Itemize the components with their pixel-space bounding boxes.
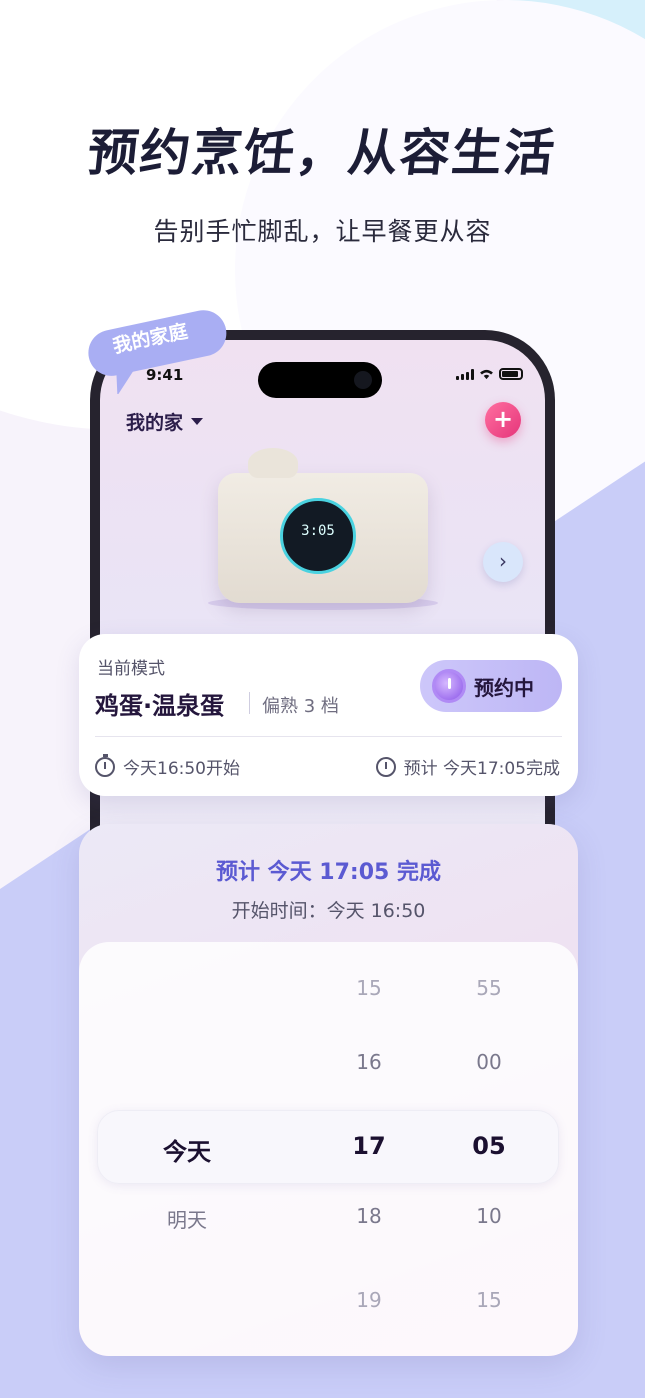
add-device-button[interactable]: + xyxy=(485,402,521,438)
hour-wheel[interactable]: 15 16 17 18 19 xyxy=(319,942,419,1356)
timer-icon xyxy=(95,753,115,777)
wheel-item[interactable]: 15 xyxy=(439,1288,539,1312)
caret-down-icon xyxy=(191,418,204,425)
picker-heading: 预计 今天 17:05 完成 xyxy=(215,860,441,885)
wheel-item[interactable]: 17 xyxy=(319,1132,419,1160)
divider xyxy=(249,692,250,714)
mode-title: 鸡蛋·温泉蛋 xyxy=(95,692,225,720)
camera-icon xyxy=(354,371,372,389)
current-mode-card[interactable]: 当前模式 鸡蛋·温泉蛋 偏熟 3 档 预约中 今天16:50开始 预计 今天17… xyxy=(79,634,578,796)
status-icons xyxy=(456,368,523,380)
wheel-item[interactable]: 今天 xyxy=(119,1132,255,1167)
picker-wheel-panel[interactable]: 今天 明天 15 16 17 18 19 55 00 05 10 15 xyxy=(79,942,578,1356)
family-bubble xyxy=(88,310,227,394)
device-display: 3:05 xyxy=(280,498,356,574)
wheel-item[interactable]: 10 xyxy=(439,1204,539,1228)
wheel-item[interactable]: 05 xyxy=(439,1132,539,1160)
wheel-item[interactable]: 明天 xyxy=(119,1204,255,1233)
chevron-right-icon: › xyxy=(499,549,507,573)
next-device-button[interactable]: › xyxy=(483,542,523,582)
home-name: 我的家 xyxy=(126,412,184,434)
device-knob xyxy=(248,448,298,478)
mode-label: 当前模式 xyxy=(97,659,165,679)
wheel-item[interactable]: 19 xyxy=(319,1288,419,1312)
battery-icon xyxy=(499,368,523,380)
end-time-row: 预计 今天17:05完成 xyxy=(375,754,560,779)
reserve-status-label: 预约中 xyxy=(474,675,534,700)
picker-start-time: 开始时间：今天 16:50 xyxy=(231,900,426,922)
minute-wheel[interactable]: 55 00 05 10 15 xyxy=(439,942,539,1356)
headline: 预约烹饪，从容生活 xyxy=(85,124,560,182)
mode-level: 偏熟 3 档 xyxy=(262,696,339,717)
wheel-item[interactable]: 55 xyxy=(439,976,539,1000)
wheel-item[interactable]: 16 xyxy=(319,1050,419,1074)
dynamic-island xyxy=(258,362,382,398)
divider xyxy=(95,736,562,737)
alarm-icon xyxy=(375,756,396,777)
wheel-item[interactable]: 00 xyxy=(439,1050,539,1074)
clock-icon xyxy=(432,669,466,703)
wifi-icon xyxy=(480,369,493,379)
wheel-item[interactable]: 18 xyxy=(319,1204,419,1228)
start-time-row: 今天16:50开始 xyxy=(95,753,240,779)
signal-icon xyxy=(456,368,474,380)
subline: 告别手忙脚乱，让早餐更从容 xyxy=(153,217,492,246)
plus-icon: + xyxy=(492,405,514,433)
day-wheel[interactable]: 今天 明天 xyxy=(119,942,255,1356)
home-selector[interactable]: 我的家 xyxy=(126,408,204,435)
time-picker-card: 预计 今天 17:05 完成 开始时间：今天 16:50 今天 明天 15 16… xyxy=(79,824,578,1356)
start-time-text: 今天16:50开始 xyxy=(123,759,240,779)
reserve-status-badge[interactable]: 预约中 xyxy=(420,660,562,712)
egg-cooker-image: 3:05 xyxy=(208,448,438,610)
end-time-text: 预计 今天17:05完成 xyxy=(403,759,560,779)
wheel-item[interactable]: 15 xyxy=(319,976,419,1000)
